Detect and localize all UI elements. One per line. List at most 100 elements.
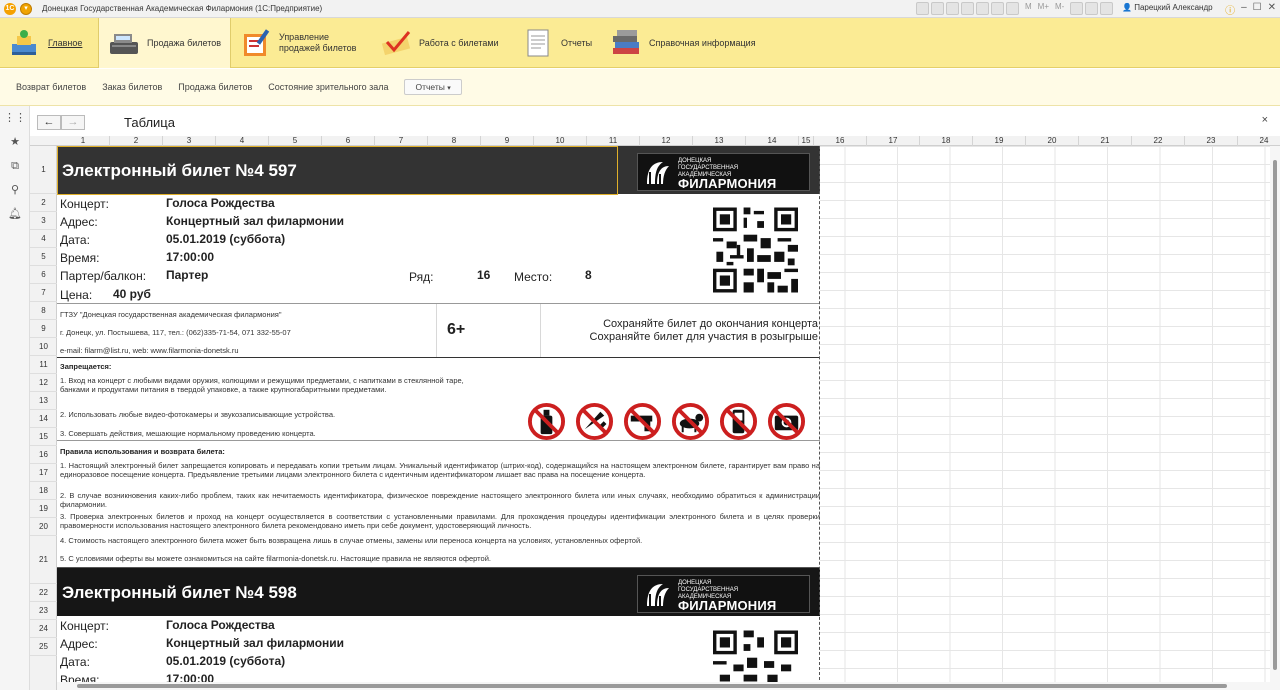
nav-hall-status[interactable]: Состояние зрительного зала (268, 82, 388, 92)
fullscreen-icon[interactable] (1085, 2, 1099, 15)
row-header[interactable]: 15 (30, 428, 57, 446)
notifications-icon[interactable]: 🔔︎ (0, 202, 30, 226)
no-gun-icon (623, 402, 662, 441)
forward-button[interactable]: → (61, 115, 85, 130)
title-bar: 1С ▾ Донецкая Государственная Академичес… (0, 0, 1280, 18)
row-header[interactable]: 20 (30, 518, 57, 536)
column-header[interactable]: 20 (1026, 136, 1079, 146)
column-header[interactable]: 14 (746, 136, 799, 146)
row-header[interactable]: 6 (30, 266, 57, 284)
column-header[interactable]: 6 (322, 136, 375, 146)
column-header[interactable]: 12 (640, 136, 693, 146)
row-header[interactable]: 16 (30, 446, 57, 464)
preview-icon[interactable] (946, 2, 959, 15)
horizontal-scroll-thumb[interactable] (77, 684, 1227, 688)
1c-logo-icon[interactable]: 1С (4, 2, 16, 15)
back-button[interactable]: ← (37, 115, 61, 130)
print-icon[interactable] (931, 2, 944, 15)
nav-ticket-orders[interactable]: Заказ билетов (102, 82, 162, 92)
column-header[interactable]: 10 (534, 136, 587, 146)
section-ticket-work[interactable]: Работа с билетами (371, 18, 513, 68)
close-window-icon[interactable]: ✕ (1268, 2, 1276, 17)
vertical-scrollbar[interactable] (1270, 146, 1280, 690)
column-header[interactable]: 22 (1132, 136, 1185, 146)
column-header[interactable]: 3 (163, 136, 216, 146)
row-header[interactable]: 3 (30, 212, 57, 230)
column-header[interactable]: 18 (920, 136, 973, 146)
column-header[interactable]: 24 (1238, 136, 1280, 146)
row-header[interactable]: 23 (30, 602, 57, 620)
row-header[interactable]: 22 (30, 584, 57, 602)
column-header[interactable]: 19 (973, 136, 1026, 146)
calendar-icon[interactable] (991, 2, 1004, 15)
section-reference[interactable]: Справочная информация (601, 18, 771, 68)
section-reports[interactable]: Отчеты (513, 18, 601, 68)
column-header[interactable]: 17 (867, 136, 920, 146)
calculator-icon[interactable] (1006, 2, 1019, 15)
nav-ticket-returns[interactable]: Возврат билетов (16, 82, 86, 92)
row-header[interactable]: 8 (30, 302, 57, 320)
nav-ticket-sales[interactable]: Продажа билетов (178, 82, 252, 92)
row-header[interactable]: 24 (30, 620, 57, 638)
vertical-scroll-thumb[interactable] (1273, 160, 1277, 670)
column-header[interactable]: 11 (587, 136, 640, 146)
main-menu-icon[interactable]: ▾ (20, 2, 32, 15)
column-header[interactable]: 21 (1079, 136, 1132, 146)
history-icon[interactable]: ⧉ (0, 154, 30, 178)
section-sales-management[interactable]: Управление продажей билетов (231, 18, 371, 68)
column-header[interactable]: 8 (428, 136, 481, 146)
spreadsheet[interactable]: 1 2 3 4 5 6 7 8 9 10 11 12 13 14 15 16 17 18 19 20 21 22 23 24 … (30, 136, 1280, 690)
memory-m[interactable]: M (1025, 2, 1032, 15)
close-form-icon[interactable]: × (1262, 114, 1268, 126)
user-name[interactable]: 👤 Парецкий Александр (1122, 3, 1213, 12)
memory-m-minus[interactable]: M- (1055, 2, 1064, 15)
memory-m-plus[interactable]: M+ (1038, 2, 1049, 15)
column-header[interactable]: 15 (799, 136, 814, 146)
history-icon[interactable] (976, 2, 989, 15)
row-headers: 1 2 3 4 5 6 7 8 9 10 11 12 13 14 15 16 17 18 19 20 21 22 23 24 2… (30, 146, 57, 690)
save-icon[interactable] (916, 2, 929, 15)
section-ticket-sales[interactable]: Продажа билетов (98, 18, 231, 68)
zoom-icon[interactable] (1070, 2, 1084, 15)
user-name-label: Парецкий Александр (1134, 3, 1213, 12)
column-header[interactable]: 2 (110, 136, 163, 146)
column-header[interactable]: 13 (693, 136, 746, 146)
column-header[interactable]: 23 (1185, 136, 1238, 146)
row-header[interactable]: 1 (30, 146, 57, 194)
favorites-icon[interactable]: ★ (0, 130, 30, 154)
row-header[interactable]: 19 (30, 500, 57, 518)
horizontal-scrollbar[interactable] (57, 682, 1270, 690)
maximize-icon[interactable]: ☐ (1253, 2, 1262, 17)
address-label: Адрес: (60, 637, 98, 651)
column-header[interactable]: 5 (269, 136, 322, 146)
row-header[interactable]: 17 (30, 464, 57, 482)
row-header[interactable]: 7 (30, 284, 57, 302)
search-icon[interactable]: ⚲ (0, 178, 30, 202)
row-header[interactable]: 12 (30, 374, 57, 392)
row-header[interactable]: 14 (30, 410, 57, 428)
row-header[interactable]: 13 (30, 392, 57, 410)
column-header[interactable]: 16 (814, 136, 867, 146)
apps-grid-icon[interactable]: ⋮⋮ (0, 106, 30, 130)
link-icon[interactable] (961, 2, 974, 15)
rule-2: 2. В случае возникновения каких-либо про… (60, 491, 820, 509)
row-header[interactable]: 18 (30, 482, 57, 500)
info-icon[interactable]: ⓘ (1225, 2, 1235, 17)
column-header[interactable]: 1 (57, 136, 110, 146)
minimize-icon[interactable]: – (1241, 2, 1247, 17)
row-header[interactable]: 25 (30, 638, 57, 656)
section-main[interactable]: Главное (0, 18, 98, 68)
row-header[interactable]: 10 (30, 338, 57, 356)
row-header[interactable]: 9 (30, 320, 57, 338)
column-header[interactable]: 9 (481, 136, 534, 146)
window-list-icon[interactable] (1100, 2, 1114, 15)
row-header[interactable]: 2 (30, 194, 57, 212)
column-header[interactable]: 7 (375, 136, 428, 146)
row-header[interactable]: 4 (30, 230, 57, 248)
reports-dropdown[interactable]: Отчеты ▾ (404, 79, 462, 95)
row-header[interactable]: 5 (30, 248, 57, 266)
row-header[interactable]: 11 (30, 356, 57, 374)
row-header[interactable]: 21 (30, 536, 57, 584)
column-header[interactable]: 4 (216, 136, 269, 146)
section-label: Главное (48, 37, 83, 48)
